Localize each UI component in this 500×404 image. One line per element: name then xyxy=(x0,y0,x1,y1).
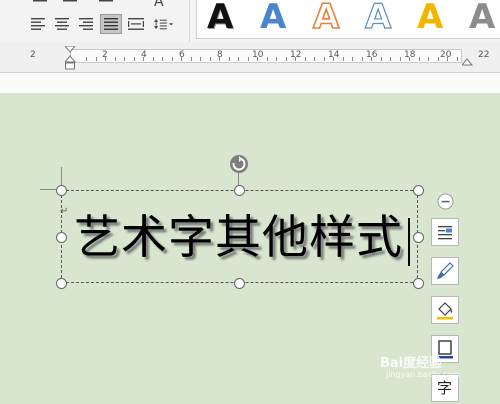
ruler-tick xyxy=(305,57,306,61)
resize-handle-bottom[interactable] xyxy=(234,278,245,289)
ruler-tick xyxy=(181,57,182,61)
rotate-handle-icon[interactable] xyxy=(229,154,249,174)
ruler-tick xyxy=(115,57,116,61)
justify-button[interactable] xyxy=(100,14,122,34)
line-spacing-button[interactable] xyxy=(154,15,182,33)
numbering-button[interactable] xyxy=(60,0,80,16)
ruler-tick xyxy=(153,57,154,61)
paint-bucket-icon xyxy=(437,302,453,320)
align-left-button[interactable] xyxy=(28,15,48,33)
align-right-button[interactable] xyxy=(76,15,96,33)
horizontal-ruler[interactable]: 2 2 4 6 8 10 12 14 16 18 20 22 xyxy=(0,42,500,73)
ruler-tick xyxy=(200,57,201,61)
ruler-tick xyxy=(257,57,258,61)
ruler-tick xyxy=(134,57,135,61)
watermark-logo: Bai度经验 xyxy=(380,356,443,371)
ribbon-group-separator xyxy=(189,0,190,42)
ruler-number: 2 xyxy=(30,50,36,60)
char-tool-label: 字 xyxy=(437,379,453,397)
align-center-button[interactable] xyxy=(52,15,72,33)
text-effects-glyph[interactable]: A xyxy=(154,0,164,10)
ruler-tick xyxy=(371,57,372,61)
resize-handle-top-right[interactable] xyxy=(413,185,424,196)
resize-handle-bottom-left[interactable] xyxy=(56,278,67,289)
wordart-style-gray[interactable]: A xyxy=(469,0,495,36)
distributed-button[interactable] xyxy=(126,15,146,33)
ribbon: A A A A A A A xyxy=(0,0,500,43)
ruler-tick xyxy=(447,57,448,61)
ruler-tick xyxy=(105,57,106,61)
ruler-tick xyxy=(96,57,97,61)
layout-options-button[interactable] xyxy=(431,218,459,246)
right-indent-marker-icon[interactable] xyxy=(462,58,473,66)
wordart-style-orange-outline[interactable]: A xyxy=(312,0,340,37)
ruler-tick xyxy=(352,57,353,61)
ruler-tick xyxy=(333,57,334,61)
ruler-number: 22 xyxy=(478,50,490,60)
ruler-tick xyxy=(343,57,344,61)
wordart-gallery: A A A A A A xyxy=(196,0,500,39)
ruler-tick xyxy=(267,57,268,61)
ruler-tick xyxy=(124,57,125,61)
collapse-minus-icon[interactable] xyxy=(437,193,454,210)
ruler-tick xyxy=(143,57,144,61)
wordart-style-black[interactable]: A xyxy=(207,0,233,36)
ruler-tick xyxy=(219,57,220,61)
resize-handle-top-left[interactable] xyxy=(56,185,67,196)
wordart-style-blue-outline[interactable]: A xyxy=(364,0,392,37)
ruler-tick xyxy=(191,57,192,61)
text-cursor xyxy=(408,218,410,266)
wordart-text[interactable]: 艺术字其他样式 xyxy=(74,207,403,267)
shape-style-button[interactable] xyxy=(431,257,459,285)
ruler-tick xyxy=(286,57,287,61)
wordart-style-blue[interactable]: A xyxy=(260,0,286,36)
ruler-tick xyxy=(438,57,439,61)
ruler-tick xyxy=(86,57,87,61)
resize-handle-left[interactable] xyxy=(56,232,67,243)
ruler-tick xyxy=(210,57,211,61)
ruler-tick xyxy=(238,57,239,61)
ruler-tick xyxy=(419,57,420,61)
watermark-url: jingyan.baidu.com xyxy=(386,370,460,379)
ruler-tick xyxy=(229,57,230,61)
ruler-tick xyxy=(248,57,249,61)
paragraph-mark: ↵ xyxy=(60,206,69,217)
resize-handle-top[interactable] xyxy=(234,185,245,196)
indent-marker-icon[interactable] xyxy=(65,46,76,70)
resize-handle-bottom-right[interactable] xyxy=(413,278,424,289)
ruler-tick xyxy=(362,57,363,61)
ruler-tick xyxy=(457,57,458,61)
ruler-tick xyxy=(381,57,382,61)
brush-icon xyxy=(437,262,454,279)
ruler-number: 20 xyxy=(440,50,452,60)
shape-fill-button[interactable] xyxy=(431,296,459,324)
ruler-tick xyxy=(295,57,296,61)
resize-handle-right[interactable] xyxy=(413,232,424,243)
rotate-handle-stem xyxy=(238,173,239,185)
layout-options-icon xyxy=(438,226,452,240)
ruler-tick xyxy=(172,57,173,61)
ruler-tick xyxy=(390,57,391,61)
ruler-tick xyxy=(276,57,277,61)
ruler-tick xyxy=(400,57,401,61)
wordart-style-gold[interactable]: A xyxy=(417,0,443,36)
ruler-tick xyxy=(409,57,410,61)
ruler-tick xyxy=(314,57,315,61)
bullets-button[interactable] xyxy=(30,0,50,16)
page-top-margin xyxy=(0,73,500,93)
ruler-tick xyxy=(162,57,163,61)
ruler-tick xyxy=(428,57,429,61)
ruler-tick xyxy=(324,57,325,61)
